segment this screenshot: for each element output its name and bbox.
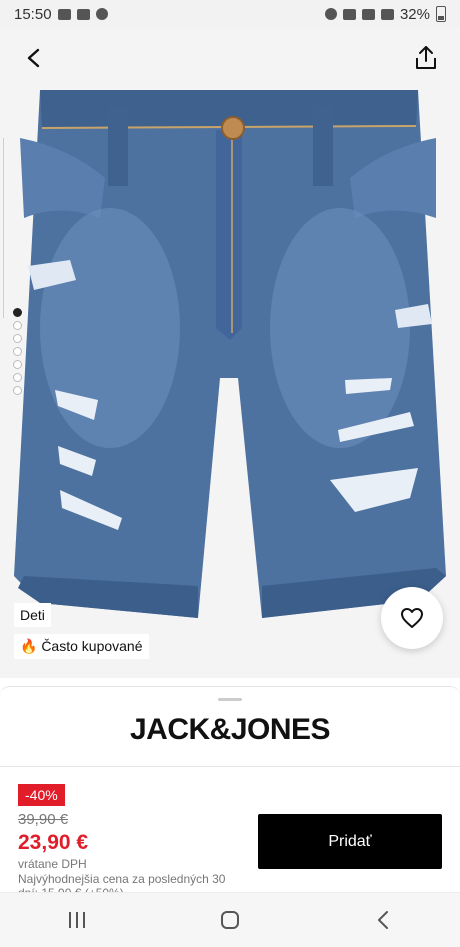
- vat-note: vrátane DPH: [18, 857, 87, 871]
- status-time: 15:50: [14, 5, 52, 23]
- status-left: 15:50: [14, 6, 108, 23]
- category-badge: Deti: [14, 603, 51, 627]
- pagination-dot[interactable]: [13, 347, 22, 356]
- pagination-dot[interactable]: [13, 386, 22, 395]
- sheet-drag-handle[interactable]: [218, 698, 242, 701]
- product-image-denim-shorts: [14, 90, 446, 618]
- divider: [0, 766, 460, 767]
- recent-apps-icon: [68, 912, 85, 928]
- new-price: 23,90 €: [18, 831, 89, 854]
- folder-notification-icon: [76, 8, 90, 20]
- alarm-icon: [95, 8, 108, 20]
- status-right: 32%: [324, 5, 446, 23]
- back-button[interactable]: [18, 42, 50, 74]
- gallery-pagination: [13, 308, 22, 395]
- discount-badge: -40%: [18, 784, 65, 806]
- status-bar: 15:50 32%: [0, 0, 460, 28]
- system-back-button[interactable]: [353, 900, 413, 940]
- mute-icon: [342, 8, 356, 20]
- alarm-clock-icon: [324, 8, 337, 20]
- heart-icon: [401, 608, 423, 628]
- pagination-dot[interactable]: [13, 321, 22, 330]
- favorite-button[interactable]: [381, 587, 443, 649]
- pagination-dot[interactable]: [13, 360, 22, 369]
- add-to-cart-button[interactable]: Pridať: [258, 814, 442, 869]
- share-button[interactable]: [410, 42, 442, 74]
- system-navigation-bar: [0, 892, 460, 947]
- recent-apps-button[interactable]: [47, 900, 107, 940]
- pagination-dot[interactable]: [13, 308, 22, 317]
- old-price: 39,90 €: [18, 811, 69, 828]
- top-bar: [0, 28, 460, 88]
- home-button[interactable]: [200, 900, 260, 940]
- previous-image-edge: [0, 138, 4, 318]
- gallery-notification-icon: [57, 8, 71, 20]
- popular-badge: 🔥 Často kupované: [14, 634, 149, 659]
- back-arrow-icon: [378, 911, 389, 929]
- battery-percent: 32%: [399, 5, 430, 23]
- product-image-gallery[interactable]: [0, 28, 460, 678]
- brand-name[interactable]: JACK&JONES: [0, 713, 460, 747]
- pagination-dot[interactable]: [13, 334, 22, 343]
- chevron-left-icon: [27, 48, 40, 68]
- pagination-dot[interactable]: [13, 373, 22, 382]
- share-icon: [416, 46, 436, 69]
- wifi-icon: [361, 8, 375, 20]
- battery-icon: [436, 6, 446, 22]
- signal-icon: [380, 8, 394, 20]
- home-icon: [220, 911, 239, 929]
